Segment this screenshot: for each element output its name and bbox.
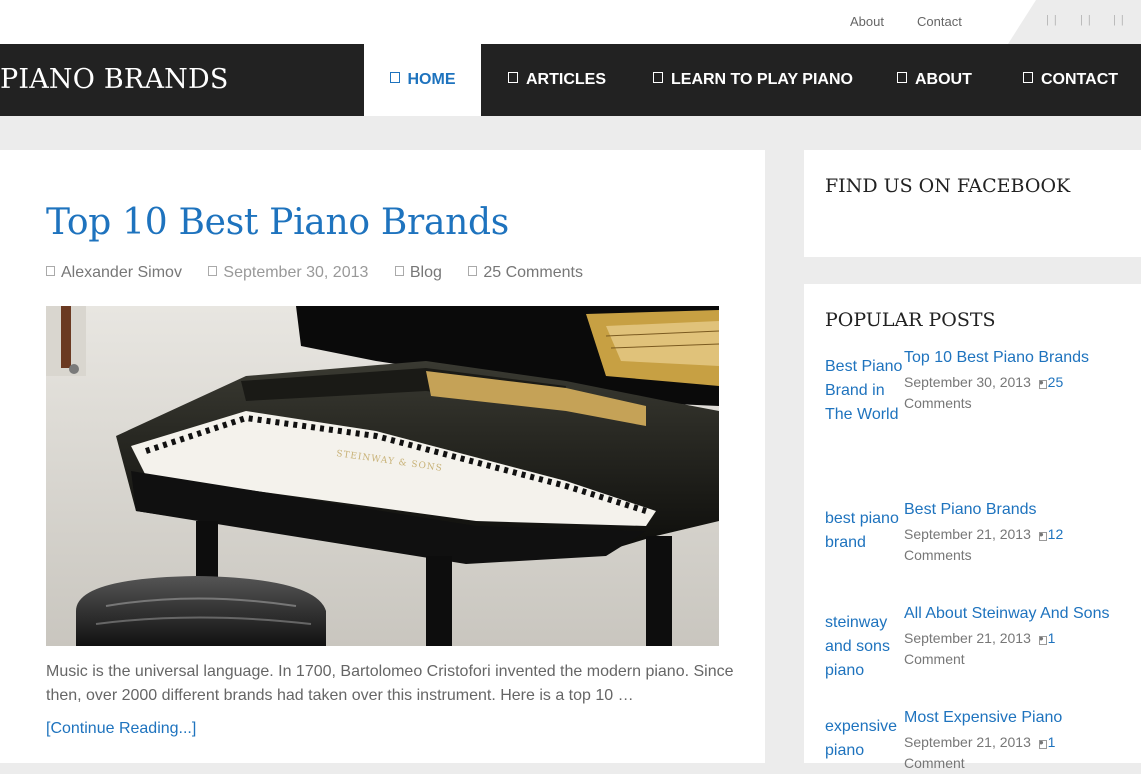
post-meta: Alexander Simov September 30, 2013 Blog …: [46, 264, 605, 282]
comment-label: Comments: [904, 547, 972, 563]
nav-item-articles[interactable]: ARTICLES: [508, 44, 606, 116]
comment-label: Comment: [904, 651, 965, 667]
top-link-about[interactable]: About: [850, 14, 884, 29]
facebook-widget-title: FIND US ON FACEBOOK: [825, 175, 1071, 197]
comment-icon: •: [1038, 372, 1047, 393]
comment-icon: •: [1038, 628, 1047, 649]
continue-reading-link[interactable]: [Continue Reading...]: [46, 720, 196, 738]
home-icon: [389, 72, 400, 83]
facebook-icon[interactable]: | |: [1046, 14, 1058, 26]
nav-item-about[interactable]: ABOUT: [897, 44, 972, 116]
post-comments[interactable]: 25 Comments: [468, 264, 583, 281]
articles-icon: [508, 72, 518, 83]
popular-post-meta: September 21, 2013 • 12 Comments: [904, 524, 1084, 566]
google-plus-icon[interactable]: | |: [1113, 14, 1125, 26]
popular-post-meta: September 21, 2013 • 1 Comment: [904, 628, 1084, 670]
calendar-icon: [208, 266, 218, 276]
user-icon: [46, 266, 55, 276]
comment-count[interactable]: 1: [1048, 734, 1056, 750]
popular-post-link[interactable]: All About Steinway And Sons: [904, 605, 1109, 623]
top-link-contact[interactable]: Contact: [917, 14, 962, 29]
facebook-widget: FIND US ON FACEBOOK: [804, 150, 1141, 257]
post-thumbnail[interactable]: expensive piano: [825, 715, 903, 763]
post-thumbnail[interactable]: best piano brand: [825, 507, 903, 555]
post-title[interactable]: Top 10 Best Piano Brands: [46, 202, 509, 243]
popular-post-date: September 30, 2013: [904, 374, 1031, 390]
comment-count[interactable]: 12: [1048, 526, 1064, 542]
popular-posts-title: POPULAR POSTS: [825, 309, 996, 331]
post-author[interactable]: Alexander Simov: [46, 264, 182, 281]
comment-icon: [468, 266, 478, 276]
popular-post-link[interactable]: Top 10 Best Piano Brands: [904, 349, 1089, 367]
popular-post-date: September 21, 2013: [904, 734, 1031, 750]
featured-image[interactable]: STEINWAY & SONS: [46, 306, 719, 646]
learn-icon: [653, 72, 663, 83]
twitter-icon[interactable]: | |: [1080, 14, 1092, 26]
contact-icon: [1023, 72, 1033, 83]
popular-post-link[interactable]: Best Piano Brands: [904, 501, 1037, 519]
post-excerpt: Music is the universal language. In 1700…: [46, 663, 734, 704]
top-bar: About Contact | | | | | |: [0, 0, 1141, 44]
grand-piano-image: STEINWAY & SONS: [46, 306, 719, 646]
post-category[interactable]: Blog: [394, 264, 442, 281]
comment-label: Comments: [904, 395, 972, 411]
popular-post-meta: September 30, 2013 • 25 Comments: [904, 372, 1084, 414]
popular-post-date: September 21, 2013: [904, 526, 1031, 542]
comment-label: Comment: [904, 755, 965, 771]
main-nav: PIANO BRANDS HOME ARTICLES LEARN TO PLAY…: [0, 44, 1141, 116]
comment-icon: •: [1038, 732, 1047, 753]
nav-item-home[interactable]: HOME: [364, 44, 481, 116]
comment-icon: •: [1038, 524, 1047, 545]
popular-post-meta: September 21, 2013 • 1 Comment: [904, 732, 1084, 774]
site-title[interactable]: PIANO BRANDS: [0, 64, 229, 95]
folder-icon: [394, 266, 404, 276]
about-icon: [897, 72, 907, 83]
social-icons: | | | | | |: [1008, 0, 1141, 44]
popular-post-date: September 21, 2013: [904, 630, 1031, 646]
popular-post-link[interactable]: Most Expensive Piano: [904, 709, 1062, 727]
comment-count[interactable]: 25: [1048, 374, 1064, 390]
nav-item-contact[interactable]: CONTACT: [1023, 44, 1118, 116]
comment-count[interactable]: 1: [1048, 630, 1056, 646]
post-thumbnail[interactable]: steinway and sons piano: [825, 611, 903, 683]
nav-item-learn-to-play-piano[interactable]: LEARN TO PLAY PIANO: [653, 44, 853, 116]
post-date: September 30, 2013: [208, 264, 368, 281]
post-thumbnail[interactable]: Best Piano Brand in The World: [825, 355, 903, 427]
